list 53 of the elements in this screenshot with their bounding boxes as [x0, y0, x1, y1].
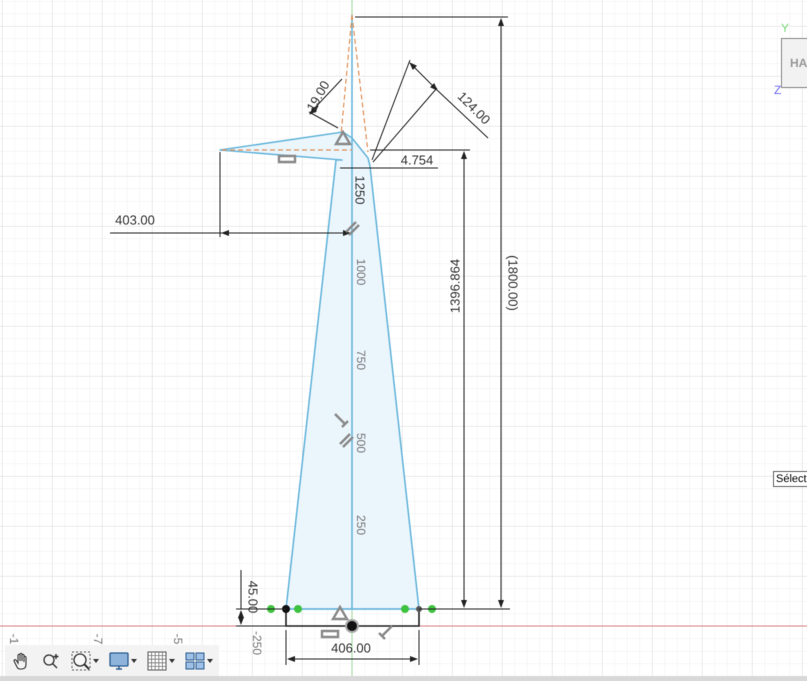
triangle-constraint-icon[interactable] — [334, 130, 352, 146]
axis-tick-label: 750 — [354, 350, 368, 370]
extension-line[interactable] — [286, 630, 420, 666]
axis-tick-label: 250 — [354, 514, 368, 536]
dimension-value[interactable]: 1250 — [352, 176, 368, 204]
axis-tick-label: -5 — [171, 634, 185, 644]
endpoint-marker[interactable] — [294, 605, 302, 613]
axis-tick-label: -250 — [250, 630, 264, 656]
extension-line[interactable] — [110, 152, 222, 238]
dimension-arrow[interactable] — [287, 656, 418, 662]
grid-button[interactable] — [145, 648, 177, 672]
dimension-arrow[interactable] — [498, 18, 504, 608]
horizontal-constraint-icon[interactable] — [278, 154, 296, 164]
dimension-value[interactable]: 406.00 — [331, 640, 371, 656]
horizontal-constraint-icon[interactable] — [320, 630, 340, 638]
endpoint-marker[interactable] — [401, 605, 409, 613]
extension-line[interactable] — [436, 90, 488, 138]
caret-icon — [207, 658, 213, 662]
parallel-constraint-icon[interactable] — [344, 220, 360, 236]
dimension-arrow[interactable] — [238, 610, 244, 625]
dimension-arrow[interactable] — [409, 62, 438, 91]
caret-icon — [169, 658, 175, 662]
axis-tick-label: -7 — [91, 634, 105, 644]
extension-line[interactable] — [236, 570, 286, 626]
zoom-window-button[interactable] — [69, 648, 101, 672]
axis-tick-label: -1 — [7, 634, 21, 644]
caret-icon — [131, 658, 137, 662]
caret-icon — [93, 658, 99, 662]
dimension-value[interactable]: 1396.864 — [448, 258, 462, 314]
zoom-window-icon — [71, 650, 91, 670]
dimension-value[interactable]: 4.754 — [400, 152, 434, 168]
dimension-arrow[interactable] — [461, 151, 467, 608]
dimension-value[interactable]: 403.00 — [115, 212, 155, 228]
endpoint-marker[interactable] — [428, 605, 436, 613]
viewports-icon — [185, 650, 205, 670]
corner-point[interactable] — [416, 606, 422, 612]
dimension-value[interactable]: 45.00 — [246, 580, 260, 614]
endpoint-marker[interactable] — [267, 605, 275, 613]
axis-tick-label: 1000 — [354, 258, 368, 286]
base-outline[interactable] — [285, 609, 420, 627]
perpendicular-constraint-icon[interactable] — [378, 624, 394, 640]
view-cube-face-label: HA — [790, 55, 807, 72]
monitor-icon — [109, 650, 129, 670]
corner-point[interactable] — [282, 605, 290, 613]
tooltip: Sélect — [773, 471, 807, 487]
grid-icon — [147, 650, 167, 670]
extension-line[interactable] — [308, 78, 342, 128]
y-axis-label: Y — [781, 22, 790, 34]
origin-point[interactable] — [345, 619, 359, 633]
axis-tick-label: 500 — [354, 432, 368, 454]
z-axis-label: Z — [774, 84, 782, 96]
dimension-arrow[interactable] — [221, 230, 351, 236]
dimension-value[interactable]: (1800.00) — [506, 255, 520, 311]
